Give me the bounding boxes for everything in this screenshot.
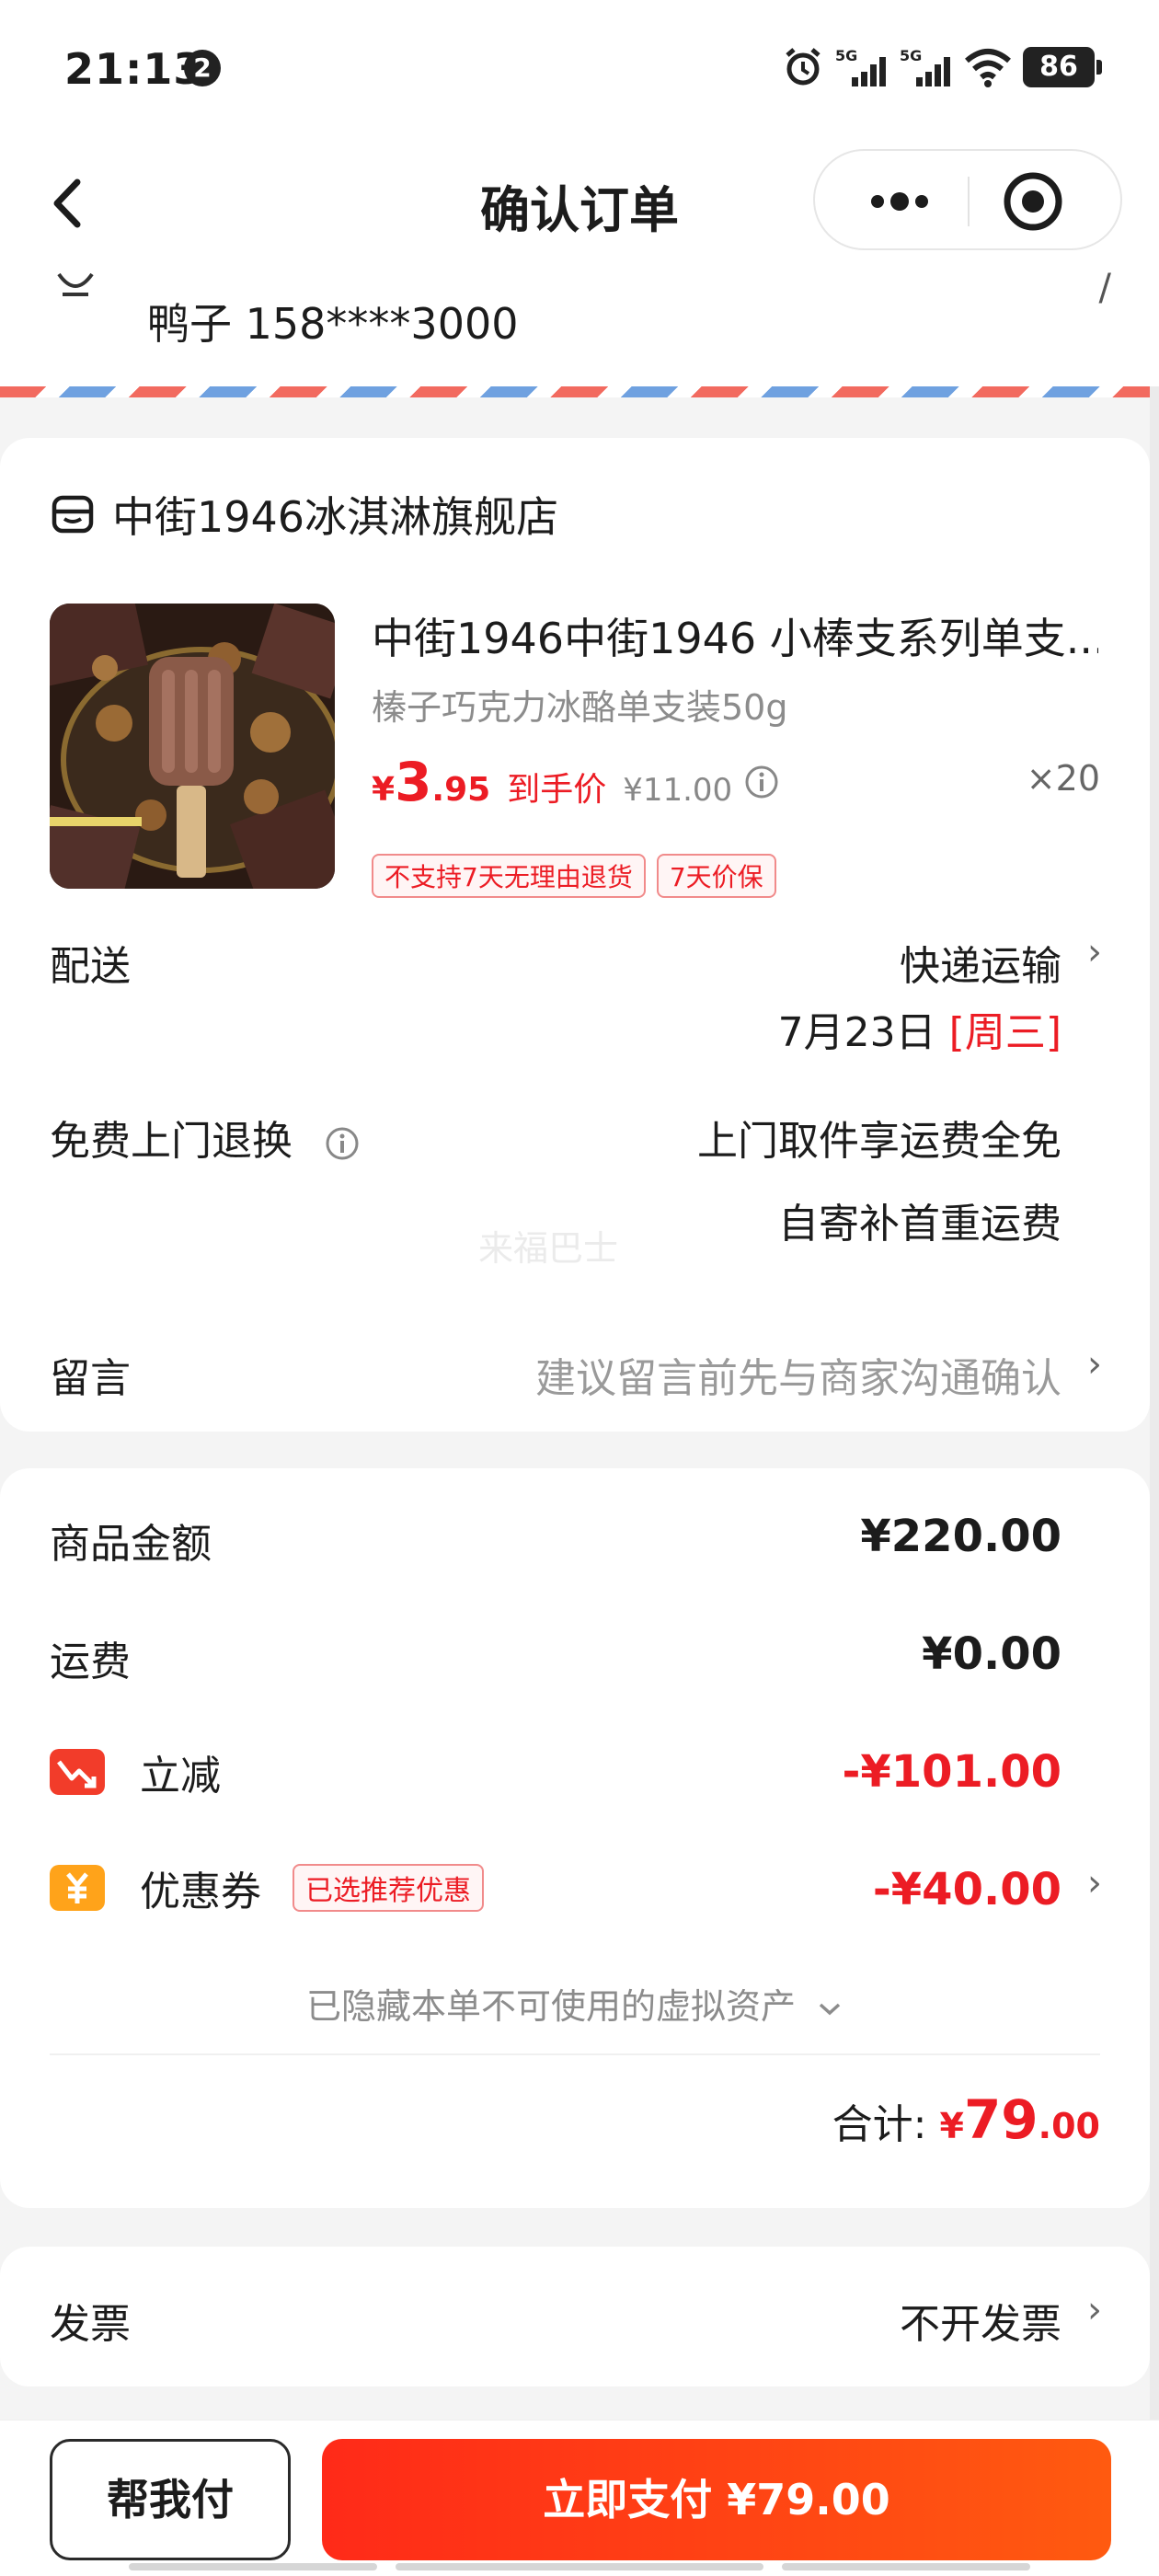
- miniapp-capsule: [813, 149, 1122, 250]
- discount-value: -¥101.00: [842, 1746, 1061, 1798]
- product-image[interactable]: [50, 604, 335, 889]
- hidden-assets-toggle[interactable]: 已隐藏本单不可使用的虚拟资产: [0, 1978, 1150, 2029]
- discount-row: 立减: [50, 1742, 221, 1801]
- home-indicator-left: [129, 2563, 377, 2570]
- bottom-action-bar: 帮我付 立即支付 ¥79.00: [0, 2420, 1159, 2576]
- svg-text:5G: 5G: [900, 47, 922, 64]
- status-time: 21:13: [64, 44, 204, 94]
- home-indicator[interactable]: [396, 2563, 763, 2570]
- airmail-border: [0, 386, 1159, 397]
- hidden-assets-text: 已隐藏本单不可使用的虚拟资产: [305, 1986, 796, 2027]
- price-currency: ¥: [372, 771, 396, 809]
- product-quantity: ×20: [1026, 758, 1100, 799]
- message-label: 留言: [50, 1355, 131, 1402]
- chevron-down-icon: [819, 2003, 841, 2016]
- nav-bar: 确认订单: [0, 138, 1159, 267]
- discount-icon: [50, 1749, 105, 1795]
- info-icon[interactable]: [743, 764, 780, 800]
- return-info-icon[interactable]: [324, 1125, 361, 1162]
- total-currency: ¥: [939, 2106, 964, 2146]
- signal-icon: 5G: [835, 47, 886, 86]
- coupon-icon: [50, 1865, 105, 1911]
- goods-amount-label: 商品金额: [50, 1521, 212, 1568]
- coupon-chevron-icon: ›: [1087, 1862, 1102, 1904]
- delivery-date: 7月23日: [777, 1009, 936, 1056]
- total-label: 合计:: [832, 2101, 927, 2148]
- watermark: 来福巴士: [478, 1228, 619, 1269]
- close-miniapp-icon[interactable]: [999, 167, 1067, 236]
- return-service-label: 免费上门退换: [50, 1118, 293, 1165]
- product-tags: 不支持7天无理由退货 7天价保: [372, 854, 776, 898]
- tag-no-return: 不支持7天无理由退货: [372, 854, 646, 898]
- help-pay-button[interactable]: 帮我付: [50, 2439, 291, 2560]
- status-bar: 21:13 2 5G 5G 86: [0, 0, 1159, 138]
- address-chevron-icon: /: [1098, 267, 1111, 309]
- order-card: 中街1946冰淇淋旗舰店 中街1946中街1946 小棒支系列单支... 榛子巧…: [0, 438, 1150, 1432]
- coupon-chip: 已选推荐优惠: [293, 1864, 484, 1912]
- store-name: 中街1946冰淇淋旗舰店: [112, 492, 559, 542]
- coupon-row[interactable]: 优惠券 已选推荐优惠: [50, 1858, 484, 1917]
- status-icons: 5G 5G 86: [782, 44, 1102, 90]
- return-service-line2: 自寄补首重运费: [778, 1201, 1061, 1248]
- more-icon[interactable]: [852, 169, 944, 234]
- delivery-method[interactable]: 快递运输: [900, 933, 1061, 992]
- capsule-divider: [968, 177, 970, 226]
- message-input[interactable]: 建议留言前先与商家沟通确认: [535, 1345, 1061, 1404]
- invoice-chevron-icon: ›: [1087, 2289, 1102, 2331]
- invoice-label: 发票: [50, 2301, 131, 2348]
- invoice-card[interactable]: 发票 不开发票 ›: [0, 2247, 1150, 2386]
- original-price: ¥11.00: [623, 772, 733, 809]
- tag-price-protect: 7天价保: [656, 854, 776, 898]
- battery-indicator: 86: [1023, 47, 1102, 87]
- shipping-value: ¥0.00: [922, 1628, 1061, 1680]
- home-indicator-right: [782, 2563, 1030, 2570]
- summary-divider: [50, 2053, 1100, 2055]
- invoice-value[interactable]: 不开发票: [900, 2291, 1061, 2350]
- total-integer: 79: [963, 2088, 1039, 2151]
- price-integer: 3: [395, 751, 432, 813]
- final-price-label: 到手价: [507, 771, 607, 809]
- product-price: ¥ 3 .95 到手价 ¥11.00: [372, 751, 780, 813]
- coupon-value[interactable]: -¥40.00: [873, 1864, 1061, 1915]
- store-icon: [52, 495, 94, 534]
- address-section[interactable]: 鸭子 158****3000 /: [0, 267, 1159, 396]
- delivery-date-row: 7月23日 [周三]: [778, 999, 1061, 1058]
- delivery-chevron-icon: ›: [1087, 931, 1102, 973]
- return-service-row: 免费上门退换: [50, 1108, 361, 1167]
- total-row: 合计: ¥ 79 .00: [832, 2088, 1100, 2151]
- recipient-contact: 鸭子 158****3000: [147, 299, 519, 349]
- message-chevron-icon: ›: [1087, 1343, 1102, 1386]
- coupon-label: 优惠券: [140, 1869, 261, 1915]
- pay-now-button[interactable]: 立即支付 ¥79.00: [322, 2439, 1111, 2560]
- delivery-weekday: [周三]: [948, 1009, 1061, 1056]
- discount-label: 立减: [140, 1753, 221, 1800]
- delivery-label: 配送: [50, 943, 131, 990]
- product-photo: [50, 604, 335, 889]
- alarm-icon: [786, 48, 820, 86]
- return-service-line1: 上门取件享运费全免: [697, 1118, 1061, 1165]
- goods-amount-value: ¥220.00: [860, 1511, 1061, 1562]
- signal-icon-2: 5G: [900, 47, 950, 86]
- price-summary-card: 商品金额 ¥220.00 运费 ¥0.00 立减 -¥101.00 优惠券 已选…: [0, 1468, 1150, 2208]
- shipping-label: 运费: [50, 1639, 131, 1685]
- product-spec: 榛子巧克力冰酪单支装50g: [372, 687, 788, 728]
- notification-badge: 2: [184, 50, 221, 86]
- recipient-icon: [57, 272, 94, 296]
- product-title[interactable]: 中街1946中街1946 小棒支系列单支...: [372, 605, 1098, 666]
- wifi-icon: [965, 49, 1011, 87]
- svg-text:5G: 5G: [835, 47, 857, 64]
- store-header[interactable]: 中街1946冰淇淋旗舰店: [50, 484, 558, 545]
- scrollbar[interactable]: [1150, 386, 1159, 2539]
- price-decimal: .95: [431, 771, 491, 809]
- total-decimal: .00: [1038, 2106, 1100, 2146]
- order-confirm-page: 21:13 2 5G 5G 86 确认订单 鸭子 158****3000 / 中…: [0, 0, 1159, 2576]
